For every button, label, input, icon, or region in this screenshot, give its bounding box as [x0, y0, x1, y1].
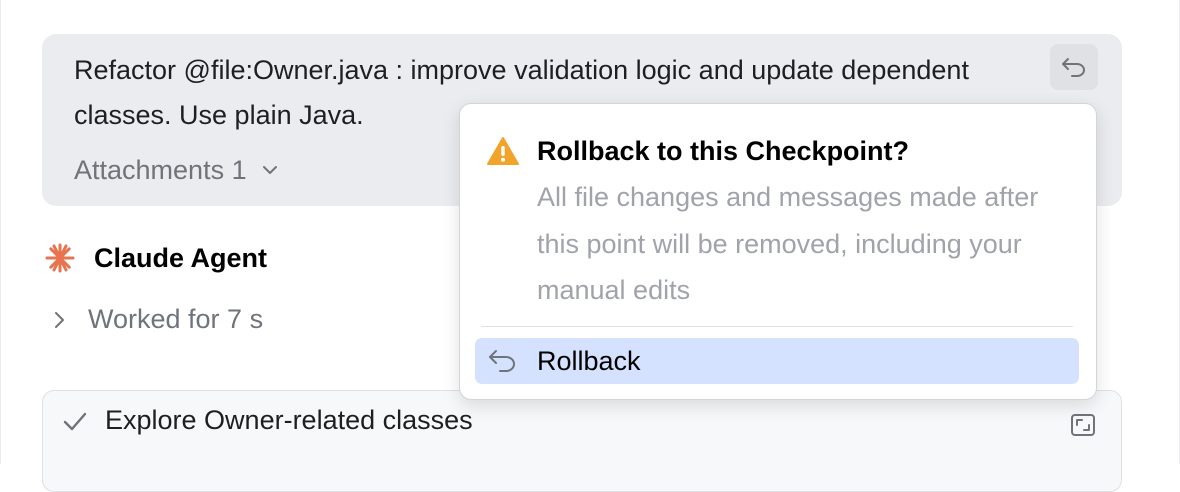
attachments-label: Attachments 1 [74, 155, 247, 185]
popup-title: Rollback to this Checkpoint? [537, 136, 910, 166]
worked-duration-label: Worked for 7 s [88, 304, 264, 334]
chevron-right-icon [55, 311, 64, 328]
agent-header: Claude Agent [44, 242, 267, 274]
rollback-button[interactable]: Rollback [475, 338, 1079, 384]
rollback-checkpoint-button[interactable] [1050, 44, 1098, 90]
rollback-button-label: Rollback [537, 345, 641, 376]
worked-duration-toggle[interactable]: Worked for 7 s [48, 304, 263, 335]
expand-icon[interactable] [1069, 411, 1097, 439]
popup-description: All file changes and messages made after… [537, 182, 1039, 305]
panel-left-border [0, 0, 1, 464]
check-icon [63, 412, 87, 430]
rollback-confirmation-popup: Rollback to this Checkpoint? All file ch… [459, 103, 1097, 400]
undo-icon [489, 350, 515, 372]
chevron-down-icon [262, 166, 277, 174]
claude-sparkle-icon [45, 243, 75, 273]
task-label: Explore Owner-related classes [105, 405, 473, 435]
attachments-toggle[interactable]: Attachments 1 [74, 150, 281, 190]
popup-divider [481, 326, 1073, 327]
undo-icon [1062, 58, 1085, 77]
task-item[interactable]: Explore Owner-related classes [61, 405, 473, 436]
task-card: Explore Owner-related classes [42, 390, 1122, 492]
warning-icon [487, 137, 519, 165]
agent-name: Claude Agent [94, 242, 268, 273]
